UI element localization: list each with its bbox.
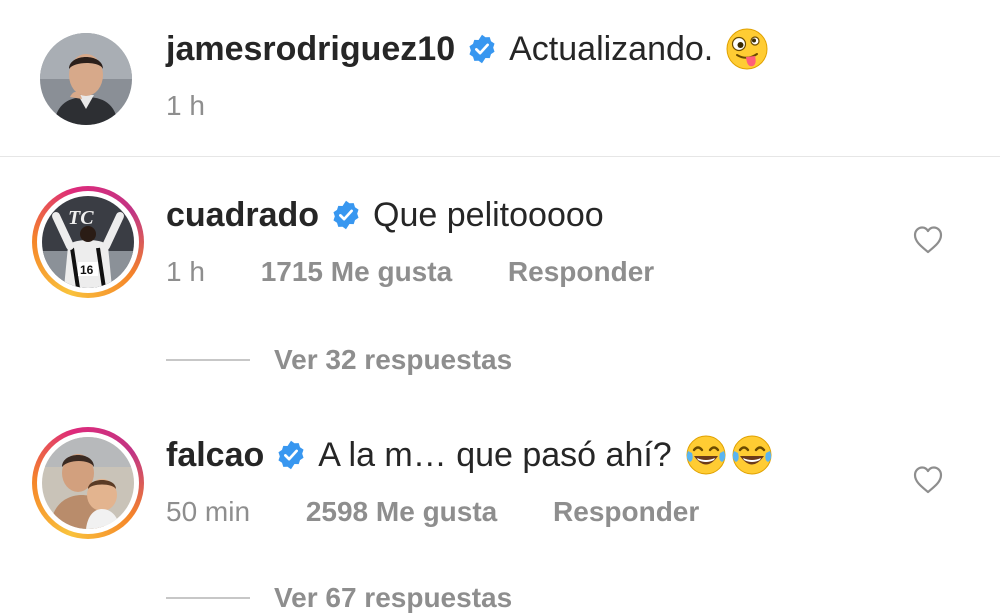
comment-1-reply-button[interactable]: Responder	[508, 256, 654, 287]
comment-2-reply-button[interactable]: Responder	[553, 496, 699, 527]
comment-2-meta: 50 min 2598 Me gusta Responder	[166, 496, 699, 528]
verified-badge-icon	[333, 200, 359, 230]
verified-badge-icon	[278, 440, 304, 470]
comment-2-like-heart-icon[interactable]	[912, 464, 944, 496]
comment-2-line: falcao A la m… que pasó ahí?	[166, 432, 774, 478]
svg-text:16: 16	[80, 263, 94, 277]
comment-1-line: cuadrado Que pelitooooo	[166, 192, 604, 238]
caption-time: 1 h	[166, 90, 205, 121]
comment-2-time: 50 min	[166, 496, 251, 527]
comment-1-like-heart-icon[interactable]	[912, 224, 944, 256]
svg-text:TC: TC	[68, 207, 94, 229]
replies-divider-line	[166, 597, 250, 599]
replies-divider-line	[166, 359, 250, 361]
tears-of-joy-emoji-icon	[686, 435, 726, 475]
comment-2-likes[interactable]: 2598 Me gusta	[306, 496, 497, 527]
view-replies-label[interactable]: Ver 32 respuestas	[274, 344, 512, 376]
comment-2-text: A la m… que pasó ahí?	[318, 435, 672, 474]
caption-line: jamesrodriguez10 Actualizando.	[166, 26, 769, 72]
comment-1-username[interactable]: cuadrado	[166, 196, 319, 235]
comment-1-text: Que pelitooooo	[373, 195, 604, 234]
falcao-avatar[interactable]	[32, 427, 144, 539]
verified-badge-icon	[469, 34, 495, 64]
cuadrado-avatar[interactable]: TC 16	[32, 186, 144, 298]
comment-1-time: 1 h	[166, 256, 205, 287]
comment-1-meta: 1 h 1715 Me gusta Responder	[166, 256, 654, 288]
caption-divider	[0, 156, 1000, 157]
tears-of-joy-emoji-icon	[732, 435, 772, 475]
view-replies-label[interactable]: Ver 67 respuestas	[274, 582, 512, 614]
comment-1-likes[interactable]: 1715 Me gusta	[261, 256, 452, 287]
comment-1-view-replies[interactable]: Ver 32 respuestas	[166, 342, 512, 378]
author-username[interactable]: jamesrodriguez10	[166, 30, 455, 69]
caption-text: Actualizando.	[509, 29, 714, 68]
author-avatar[interactable]	[40, 33, 132, 125]
comment-2-username[interactable]: falcao	[166, 436, 264, 475]
zany-face-emoji-icon	[726, 28, 768, 70]
